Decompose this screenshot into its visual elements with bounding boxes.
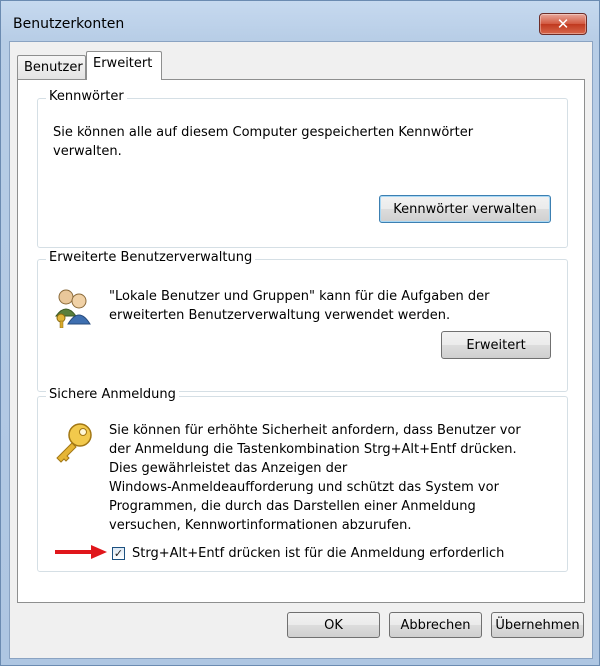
apply-button[interactable]: Übernehmen xyxy=(491,612,584,638)
users-key-icon xyxy=(52,286,94,329)
tab-users[interactable]: Benutzer xyxy=(17,55,86,79)
secure-logon-line3: Dies gewährleistet das Anzeigen der xyxy=(109,461,348,476)
dialog-client-area: Benutzer Erweitert Kennwörter Sie können… xyxy=(9,41,593,659)
red-arrow-annotation xyxy=(55,545,107,563)
checkmark-icon: ✓ xyxy=(113,547,124,560)
manage-passwords-button[interactable]: Kennwörter verwalten xyxy=(379,195,551,223)
title-bar[interactable]: Benutzerkonten ✕ xyxy=(1,1,599,41)
passwords-description-line1: Sie können alle auf diesem Computer gesp… xyxy=(53,125,474,140)
tab-users-label: Benutzer xyxy=(24,60,83,75)
advanced-user-description-line1: "Lokale Benutzer und Gruppen" kann für d… xyxy=(109,289,490,304)
secure-logon-line6: versuchen, Kennwortinformationen abzuruf… xyxy=(109,518,412,533)
cancel-button[interactable]: Abbrechen xyxy=(389,612,482,638)
secure-logon-group: Sichere Anmeldung Sie können für erhöhte… xyxy=(37,387,568,572)
ok-button[interactable]: OK xyxy=(287,612,380,638)
secure-logon-line5: Programmen, die durch das Darstellen ein… xyxy=(109,499,476,514)
tab-advanced[interactable]: Erweitert xyxy=(86,51,162,80)
user-accounts-window: Benutzerkonten ✕ Benutzer Erweitert Kenn… xyxy=(0,0,600,666)
tab-advanced-label: Erweitert xyxy=(93,56,153,71)
secure-logon-title: Sichere Anmeldung xyxy=(46,387,179,402)
secure-logon-line2: der Anmeldung die Tastenkombination Strg… xyxy=(109,442,517,457)
secure-logon-line4: Windows-Anmeldeaufforderung und schützt … xyxy=(109,480,499,495)
window-title: Benutzerkonten xyxy=(13,16,125,32)
advanced-user-description-line2: erweiterten Benutzerverwaltung verwendet… xyxy=(109,308,451,323)
secure-logon-line1: Sie können für erhöhte Sicherheit anford… xyxy=(109,423,521,438)
key-icon xyxy=(52,421,96,465)
passwords-group: Kennwörter Sie können alle auf diesem Co… xyxy=(37,89,568,248)
advanced-user-management-title: Erweiterte Benutzerverwaltung xyxy=(46,250,256,265)
advanced-user-management-group: Erweiterte Benutzerverwaltung "Lokale Be… xyxy=(37,250,568,392)
ctrl-alt-del-checkbox[interactable]: ✓ xyxy=(112,547,125,560)
tab-panel-advanced: Kennwörter Sie können alle auf diesem Co… xyxy=(17,79,585,603)
close-button[interactable]: ✕ xyxy=(539,13,587,35)
close-icon: ✕ xyxy=(556,15,570,33)
ctrl-alt-del-checkbox-label[interactable]: Strg+Alt+Entf drücken ist für die Anmeld… xyxy=(132,544,504,563)
advanced-button[interactable]: Erweitert xyxy=(441,331,551,359)
passwords-description-line2: verwalten. xyxy=(53,144,122,159)
passwords-group-title: Kennwörter xyxy=(46,89,127,104)
